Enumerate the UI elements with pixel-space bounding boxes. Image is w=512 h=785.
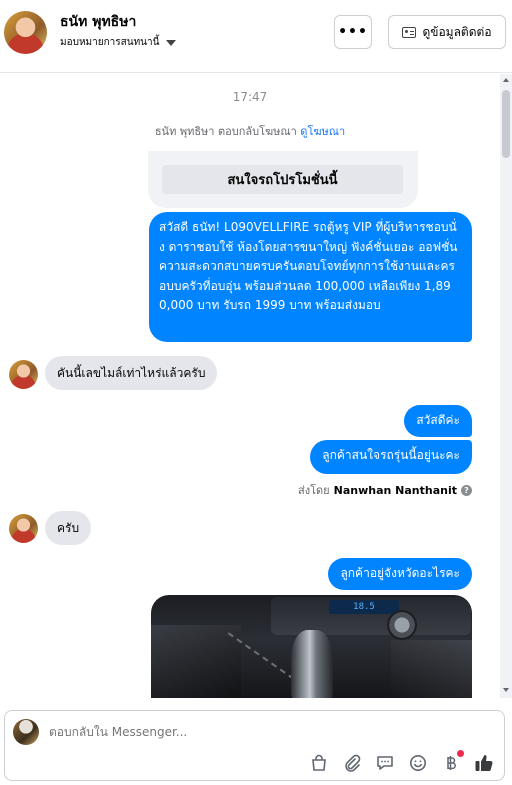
contact-name[interactable]: ธนัท พุทธิษา <box>60 11 136 33</box>
help-icon[interactable]: ? <box>461 484 472 496</box>
message-composer <box>4 710 505 781</box>
contact-avatar-small <box>9 514 38 543</box>
chevron-down-icon <box>166 39 177 46</box>
outgoing-message[interactable]: สวัสดีค่ะ <box>404 405 472 437</box>
outgoing-message[interactable]: ลูกค้าอยู่จังหวัดอะไรคะ <box>328 558 472 590</box>
sent-by-prefix: ส่งโดย <box>298 484 330 497</box>
page-avatar <box>13 719 39 745</box>
message-thread[interactable]: 17:47 ธนัท พุทธิษา ตอบกลับโฆษณา ดูโฆษณา … <box>0 74 500 698</box>
incoming-message[interactable]: ครับ <box>45 511 92 545</box>
sent-by-name: Nanwhan Nanthanit <box>333 483 457 497</box>
more-options-button[interactable]: ••• <box>334 15 372 49</box>
assign-label: มอบหมายการสนทนานี้ <box>60 37 160 48</box>
outgoing-message[interactable]: ลูกค้าสนใจรถรุ่นนี้อยู่นะคะ <box>310 440 472 474</box>
sent-by-note: ส่งโดย Nanwhan Nanthanit ? <box>298 481 472 499</box>
baht-icon[interactable] <box>441 750 464 773</box>
ad-reply-note: ธนัท พุทธิษา ตอบกลับโฆษณา ดูโฆษณา <box>0 122 500 140</box>
photo-gear-shifter <box>291 630 333 698</box>
notification-dot <box>457 750 464 757</box>
contact-card-icon <box>402 26 417 38</box>
scroll-up-icon[interactable] <box>503 78 509 82</box>
outgoing-message[interactable]: สวัสดี ธนัท! L090VELLFIRE รถตู้หรู VIP ท… <box>149 212 472 342</box>
conversation-header: ธนัท พุทธิษา มอบหมายการสนทนานี้ ••• ดูข้… <box>0 0 512 73</box>
emoji-icon[interactable] <box>408 753 428 773</box>
composer-toolbar <box>309 750 494 773</box>
view-contact-label: ดูข้อมูลติดต่อ <box>422 24 492 39</box>
shopping-bag-icon[interactable] <box>309 753 329 773</box>
contact-avatar-small <box>9 360 38 389</box>
photo-seat-left <box>151 625 241 698</box>
thumbs-up-icon[interactable] <box>474 753 494 773</box>
photo-seat-right <box>391 640 472 698</box>
image-attachment[interactable]: 18.5 <box>151 595 472 698</box>
saved-reply-icon[interactable] <box>375 753 395 773</box>
view-ad-link[interactable]: ดูโฆษณา <box>300 125 345 138</box>
scroll-down-icon[interactable] <box>503 688 509 692</box>
scroll-thumb[interactable] <box>502 90 510 158</box>
photo-knob <box>387 610 417 640</box>
view-contact-button[interactable]: ดูข้อมูลติดต่อ <box>388 15 506 49</box>
reply-input[interactable] <box>49 725 469 739</box>
attachment-icon[interactable] <box>342 753 362 773</box>
message-timestamp: 17:47 <box>232 90 268 104</box>
ad-cta-button[interactable]: สนใจรถโปรโมชั่นนี้ <box>162 165 403 194</box>
incoming-message[interactable]: คันนี้เลขไมล์เท่าไหร่แล้วครับ <box>45 356 218 390</box>
photo-climate-display: 18.5 <box>329 600 399 614</box>
assign-conversation-dropdown[interactable]: มอบหมายการสนทนานี้ <box>60 35 177 50</box>
contact-avatar[interactable] <box>4 11 47 54</box>
thread-scrollbar[interactable] <box>500 74 512 698</box>
ad-card: สนใจรถโปรโมชั่นนี้ <box>148 151 418 208</box>
ad-reply-text: ธนัท พุทธิษา ตอบกลับโฆษณา <box>154 125 297 138</box>
